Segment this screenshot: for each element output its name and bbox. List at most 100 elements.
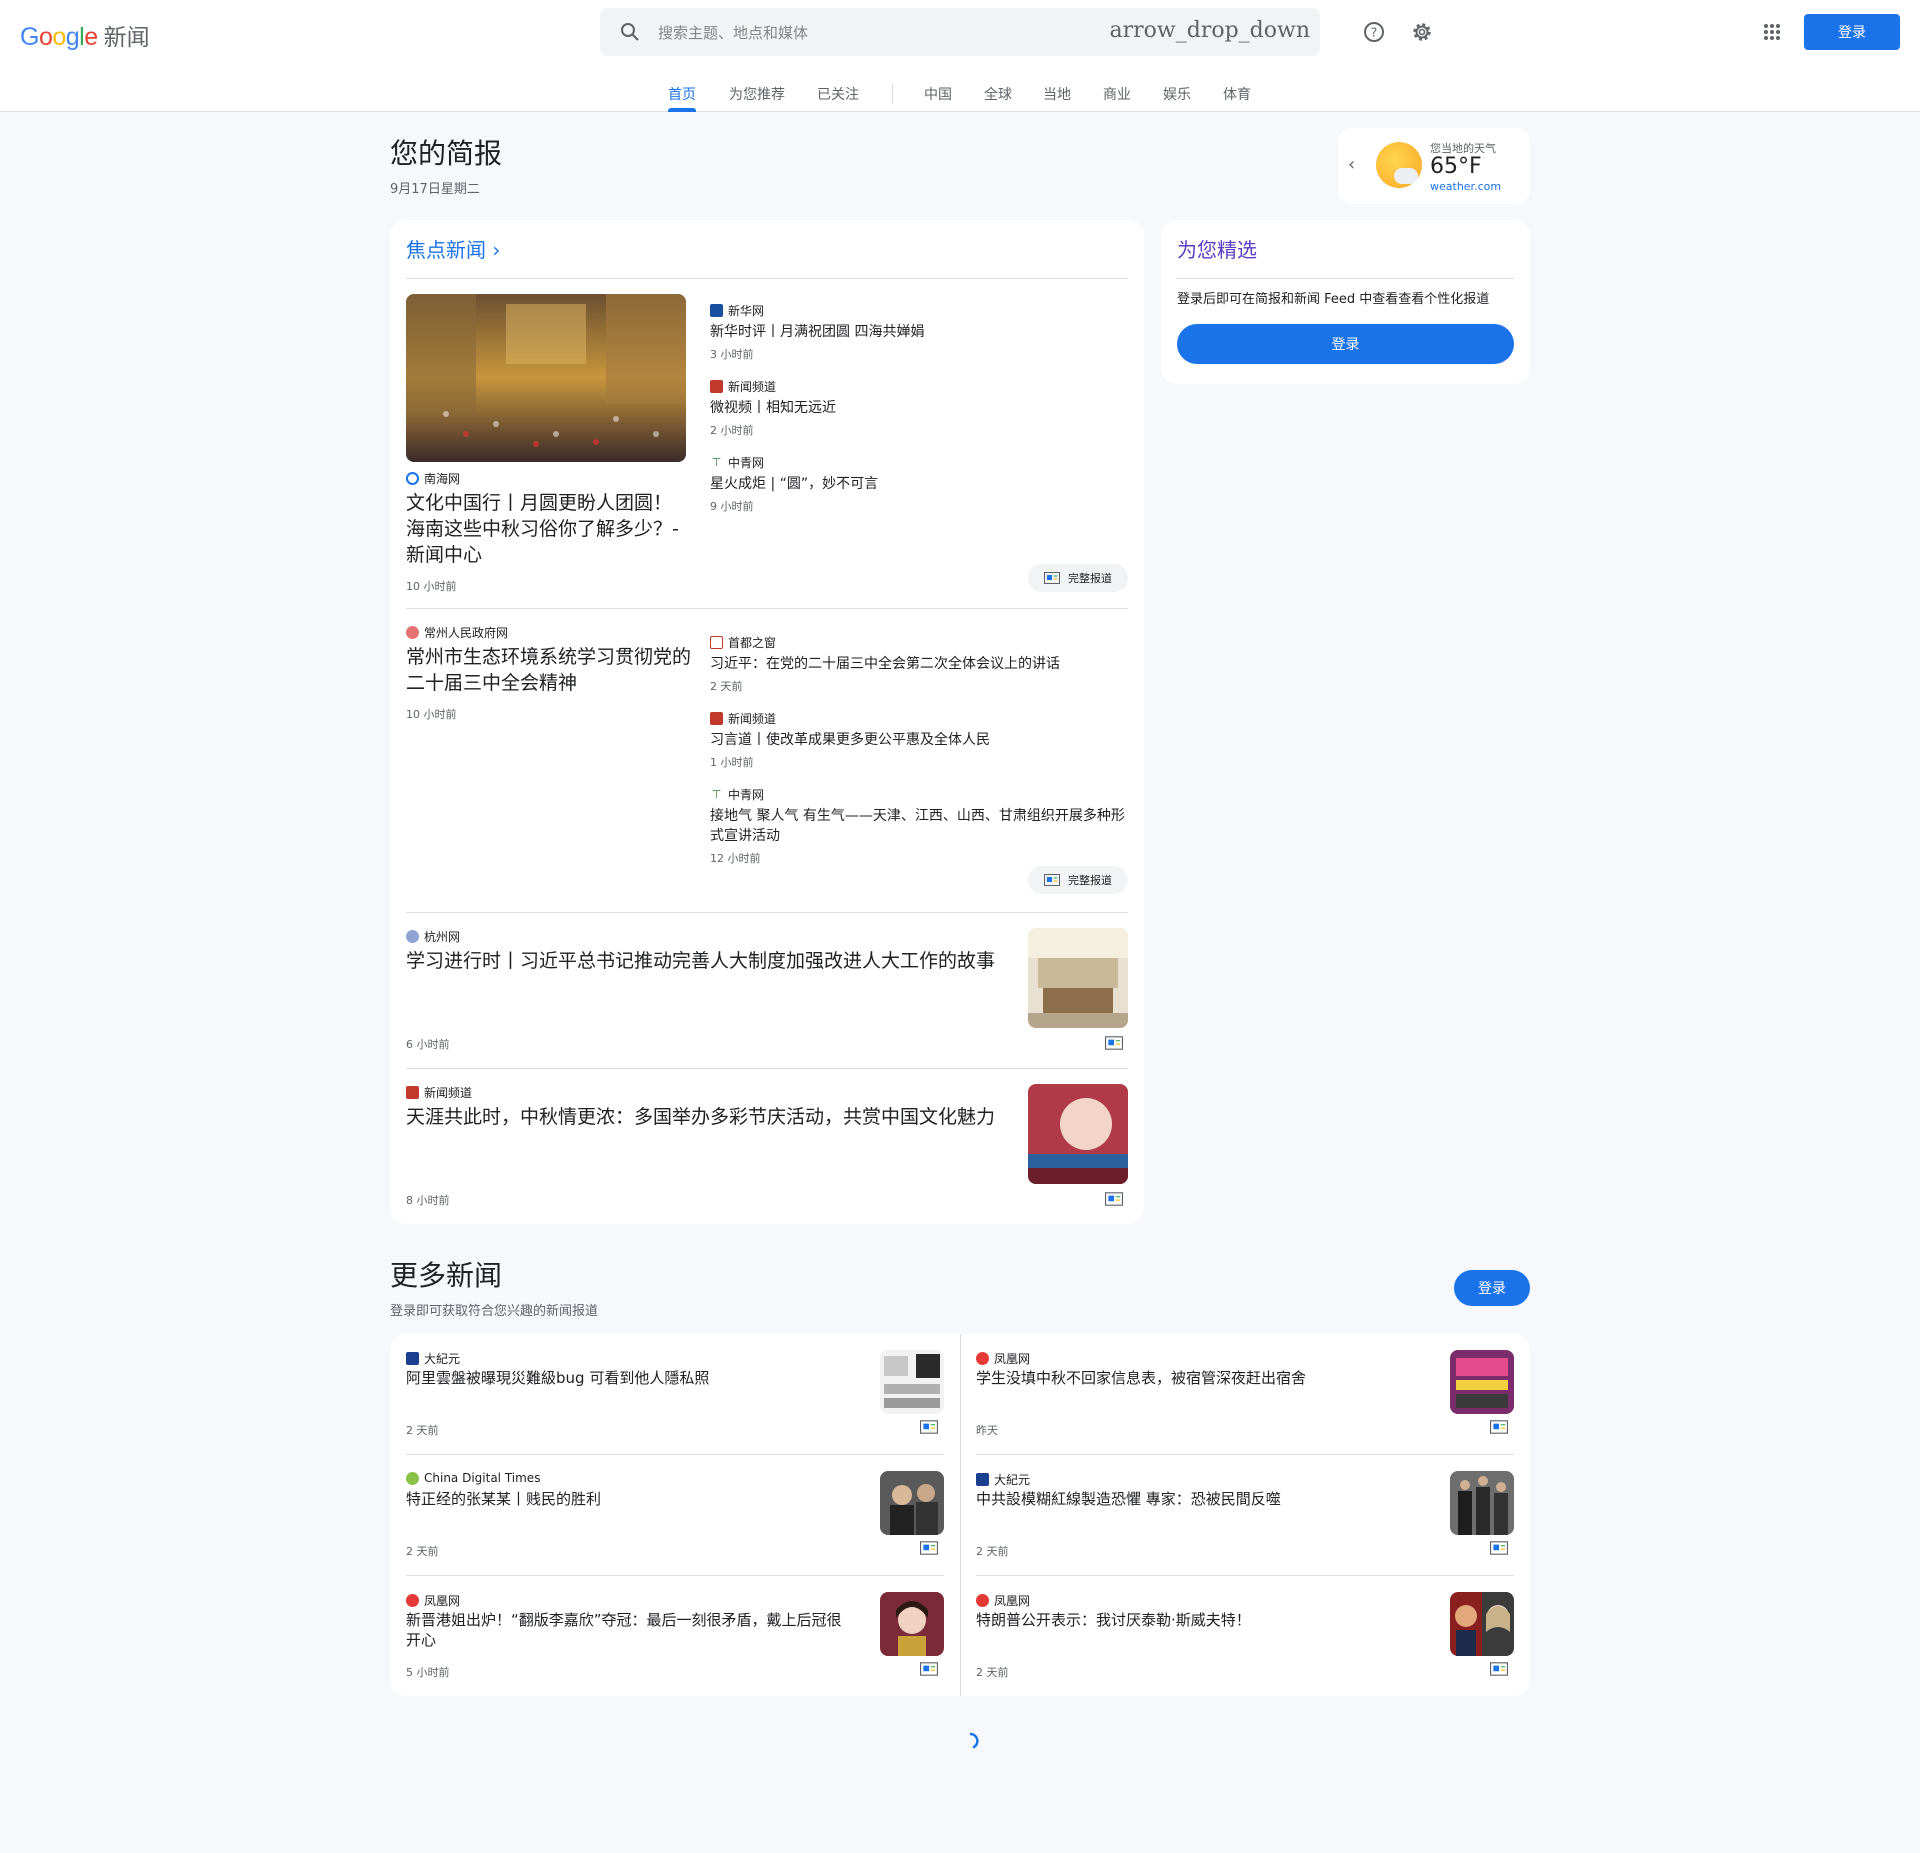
related-story-headline[interactable]: 习言道丨使改革成果更多更公平惠及全体人民: [710, 730, 1130, 750]
settings-gear-icon[interactable]: [1410, 20, 1434, 44]
publisher-name: 常州人民政府网: [424, 626, 509, 640]
divider: [406, 1068, 1128, 1069]
tab-entertainment[interactable]: 娱乐: [1163, 84, 1191, 104]
full-coverage-icon[interactable]: [920, 1420, 938, 1434]
top-stories-heading[interactable]: 焦点新闻 ›: [406, 234, 500, 263]
publisher-name: 中青网: [728, 456, 765, 470]
divider: [406, 608, 1128, 609]
loading-spinner-icon: [969, 1732, 979, 1749]
publisher-name: 大紀元: [424, 1352, 461, 1366]
weather-widget[interactable]: ‹ 您当地的天气 65°F weather.com: [1338, 128, 1530, 204]
publisher-label: 杭州网: [406, 928, 460, 945]
story-headline[interactable]: 中共設模糊紅線製造恐懼 專家：恐被民間反噬: [976, 1489, 1426, 1509]
more-news-signin-button[interactable]: 登录: [1454, 1270, 1530, 1306]
story-headline[interactable]: 特正经的张某某丨贱民的胜利: [406, 1489, 856, 1509]
search-icon: [621, 23, 639, 41]
full-coverage-label: 完整报道: [1068, 874, 1112, 887]
full-coverage-icon[interactable]: [920, 1662, 938, 1676]
search-bar[interactable]: 搜索主题、地点和媒体 arrow_drop_down: [600, 8, 1320, 56]
divider: [406, 1575, 944, 1576]
divider: [1177, 278, 1514, 279]
divider: [406, 912, 1128, 913]
story-headline[interactable]: 阿里雲盤被曝現災難級bug 可看到他人隱私照: [406, 1368, 856, 1388]
related-story-headline[interactable]: 接地气 聚人气 有生气——天津、江西、山西、甘肃组织开展多种形式宣讲活动: [710, 806, 1130, 846]
publisher-label: 南海网: [406, 470, 460, 487]
story-image-night-market[interactable]: [406, 294, 686, 462]
google-news-logo[interactable]: Google 新闻: [20, 18, 150, 51]
publisher-name: 大紀元: [994, 1473, 1031, 1487]
story-headline[interactable]: 特朗普公开表示：我讨厌泰勒·斯威夫特！: [976, 1610, 1426, 1630]
full-coverage-icon[interactable]: [1105, 1036, 1123, 1050]
related-story-headline[interactable]: 星火成炬 | “圆”，妙不可言: [710, 474, 1130, 494]
related-story-headline[interactable]: 习近平：在党的二十届三中全会第二次全体会议上的讲话: [710, 654, 1130, 674]
tab-business[interactable]: 商业: [1103, 84, 1131, 104]
story-image-assembly-hall[interactable]: [1028, 928, 1128, 1028]
story-headline[interactable]: 新晋港姐出炉！“翻版李嘉欣”夺冠：最后一刻很矛盾，戴上后冠很开心: [406, 1610, 856, 1650]
story-time: 2 小时前: [710, 424, 754, 437]
tab-china[interactable]: 中国: [924, 84, 952, 104]
story-headline[interactable]: 常州市生态环境系统学习贯彻党的二十届三中全会精神: [406, 644, 696, 696]
full-coverage-button[interactable]: 完整报道: [1028, 564, 1128, 592]
search-placeholder[interactable]: 搜索主题、地点和媒体: [658, 22, 808, 43]
related-story-headline[interactable]: 新华时评丨月满祝团圆 四海共婵娟: [710, 322, 1130, 342]
svg-text:?: ?: [1371, 26, 1377, 40]
top-stories-card: 焦点新闻 › 南海网 文化中国行丨月圆更盼人团圆！海南这些中秋习俗你了解多少？-…: [390, 220, 1144, 1224]
full-coverage-icon[interactable]: [1490, 1662, 1508, 1676]
tab-world[interactable]: 全球: [984, 84, 1012, 104]
story-time: 2 天前: [710, 680, 743, 693]
picks-card: 为您精选 登录后即可在简报和新闻 Feed 中查看查看个性化报道 登录: [1161, 220, 1530, 384]
chevron-left-icon[interactable]: ‹: [1348, 154, 1355, 175]
story-time: 10 小时前: [406, 580, 457, 593]
tab-following[interactable]: 已关注: [817, 84, 859, 104]
weather-source-link[interactable]: weather.com: [1430, 180, 1501, 193]
full-coverage-icon[interactable]: [1490, 1541, 1508, 1555]
story-time: 5 小时前: [406, 1666, 450, 1679]
ifeng-logo-icon: [976, 1352, 989, 1365]
story-image-officials[interactable]: [1450, 1471, 1514, 1535]
tab-for-you[interactable]: 为您推荐: [729, 84, 785, 104]
briefing-title: 您的简报: [390, 137, 503, 170]
tab-sports[interactable]: 体育: [1223, 84, 1251, 104]
search-dropdown-toggle[interactable]: arrow_drop_down: [1110, 18, 1310, 43]
full-coverage-icon[interactable]: [1490, 1420, 1508, 1434]
publisher-name: 中青网: [728, 788, 765, 802]
publisher-name: 新闻频道: [728, 380, 777, 394]
full-coverage-label: 完整报道: [1068, 572, 1112, 585]
publisher-label: 凤凰网: [976, 1592, 1030, 1609]
story-headline[interactable]: 文化中国行丨月圆更盼人团圆！海南这些中秋习俗你了解多少？-新闻中心: [406, 490, 686, 568]
picks-title: 为您精选: [1177, 238, 1257, 262]
apps-grid-icon[interactable]: [1760, 20, 1784, 44]
story-image-dorm-notice[interactable]: [1450, 1350, 1514, 1414]
top-header: Google 新闻 搜索主题、地点和媒体 arrow_drop_down ? 登…: [0, 0, 1920, 112]
story-image-screenshots[interactable]: [880, 1350, 944, 1414]
story-time: 2 天前: [406, 1545, 439, 1558]
story-time: 9 小时前: [710, 500, 754, 513]
publisher-label: ⊤ 中青网: [710, 454, 764, 471]
youth-net-logo-icon: ⊤: [710, 788, 723, 801]
story-time: 3 小时前: [710, 348, 754, 361]
story-headline[interactable]: 天涯共此时，中秋情更浓：多国举办多彩节庆活动，共赏中国文化魅力: [406, 1104, 1016, 1130]
chevron-right-icon: ›: [492, 238, 501, 262]
publisher-label: 凤凰网: [406, 1592, 460, 1609]
tab-home[interactable]: 首页: [668, 84, 696, 104]
full-coverage-button[interactable]: 完整报道: [1028, 866, 1128, 894]
publisher-label: China Digital Times: [406, 1471, 540, 1485]
full-coverage-icon[interactable]: [920, 1541, 938, 1555]
related-story-headline[interactable]: 微视频丨相知无远近: [710, 398, 1130, 418]
more-news-subtitle: 登录即可获取符合您兴趣的新闻报道: [390, 1304, 599, 1319]
story-image-pageant-winner[interactable]: [880, 1592, 944, 1656]
cloud-icon: [1394, 168, 1418, 184]
publisher-name: 凤凰网: [994, 1594, 1031, 1608]
publisher-name: 新闻频道: [424, 1086, 473, 1100]
story-image-people[interactable]: [880, 1471, 944, 1535]
signin-button[interactable]: 登录: [1804, 14, 1900, 50]
tab-local[interactable]: 当地: [1043, 84, 1071, 104]
story-headline[interactable]: 学生没填中秋不回家信息表，被宿管深夜赶出宿舍: [976, 1368, 1426, 1388]
news-channel-logo-icon: [710, 712, 723, 725]
story-headline[interactable]: 学习进行时丨习近平总书记推动完善人大制度加强改进人大工作的故事: [406, 948, 1016, 974]
help-icon[interactable]: ?: [1362, 20, 1386, 44]
story-image-trump-swift[interactable]: [1450, 1592, 1514, 1656]
story-image-mid-autumn-event[interactable]: [1028, 1084, 1128, 1184]
full-coverage-icon[interactable]: [1105, 1192, 1123, 1206]
picks-signin-button[interactable]: 登录: [1177, 324, 1514, 364]
